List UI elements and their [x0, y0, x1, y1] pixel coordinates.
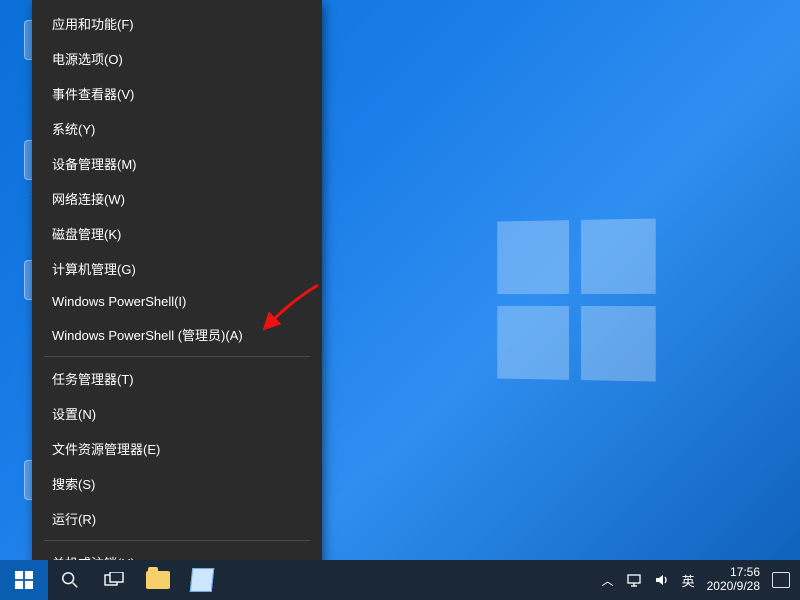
task-view-button[interactable] — [92, 560, 136, 600]
context-menu-item-label: 搜索(S) — [52, 474, 95, 493]
context-menu-item-label: 设备管理器(M) — [52, 154, 137, 173]
context-menu-item-label: 运行(R) — [52, 509, 96, 528]
task-view-icon — [104, 572, 124, 588]
context-menu-item[interactable]: 任务管理器(T) — [32, 361, 322, 396]
clock-time: 17:56 — [707, 566, 760, 580]
system-tray: ︿ 英 17:56 2020/9/28 — [602, 566, 800, 594]
menu-separator — [44, 540, 310, 541]
folder-icon — [146, 571, 170, 589]
ime-indicator[interactable]: 英 — [682, 571, 695, 590]
volume-icon[interactable] — [654, 572, 670, 588]
menu-separator — [44, 356, 310, 357]
context-menu-item[interactable]: 事件查看器(V) — [32, 76, 322, 111]
context-menu-item-label: 文件资源管理器(E) — [52, 439, 160, 458]
context-menu-item[interactable]: 电源选项(O) — [32, 41, 322, 76]
windows-icon — [15, 571, 33, 589]
desktop: 應Adm此控 应用和功能(F)电源选项(O)事件查看器(V)系统(Y)设备管理器… — [0, 0, 800, 600]
context-menu-item-label: 任务管理器(T) — [52, 369, 134, 388]
taskbar: ︿ 英 17:56 2020/9/28 — [0, 560, 800, 600]
context-menu-item[interactable]: 文件资源管理器(E) — [32, 431, 322, 466]
context-menu-item-label: Windows PowerShell(I) — [52, 294, 186, 309]
search-icon — [61, 571, 79, 589]
taskbar-app-file-explorer[interactable] — [136, 560, 180, 600]
context-menu-item[interactable]: 搜索(S) — [32, 466, 322, 501]
context-menu-item[interactable]: 运行(R) — [32, 501, 322, 536]
windows-logo-wallpaper — [497, 218, 655, 381]
context-menu-item[interactable]: Windows PowerShell (管理员)(A) — [32, 317, 322, 352]
document-icon — [190, 568, 215, 592]
context-menu-item[interactable]: 网络连接(W) — [32, 181, 322, 216]
clock-date: 2020/9/28 — [707, 580, 760, 594]
winx-context-menu: 应用和功能(F) 电源选项(O) 事件查看器(V) 系统(Y) 设备管理器(M) 网络连接… — [32, 0, 322, 600]
context-menu-item-label: 计算机管理(G) — [52, 259, 136, 278]
context-menu-item-label: 事件查看器(V) — [52, 84, 134, 103]
context-menu-item-label: 设置(N) — [52, 404, 96, 423]
context-menu-item[interactable]: 计算机管理(G) — [32, 251, 322, 286]
context-menu-item-label: 电源选项(O) — [52, 49, 123, 68]
start-button[interactable] — [0, 560, 48, 600]
context-menu-item[interactable]: 系统(Y) — [32, 111, 322, 146]
tray-overflow-button[interactable]: ︿ — [602, 572, 614, 589]
context-menu-item-label: Windows PowerShell (管理员)(A) — [52, 325, 243, 344]
context-menu-item[interactable]: 应用和功能(F) — [32, 6, 322, 41]
action-center-button[interactable] — [772, 572, 790, 588]
context-menu-item-label: 应用和功能(F) — [52, 14, 134, 33]
taskbar-app-document[interactable] — [180, 560, 224, 600]
network-icon[interactable] — [626, 572, 642, 588]
context-menu-item-label: 系统(Y) — [52, 119, 95, 138]
context-menu-item-label: 磁盘管理(K) — [52, 224, 121, 243]
context-menu-item[interactable]: 设备管理器(M) — [32, 146, 322, 181]
context-menu-item-label: 网络连接(W) — [52, 189, 125, 208]
context-menu-item[interactable]: 磁盘管理(K) — [32, 216, 322, 251]
taskbar-search-button[interactable] — [48, 560, 92, 600]
context-menu-item[interactable]: 设置(N) — [32, 396, 322, 431]
taskbar-clock[interactable]: 17:56 2020/9/28 — [707, 566, 760, 594]
context-menu-item[interactable]: Windows PowerShell(I) — [32, 286, 322, 317]
